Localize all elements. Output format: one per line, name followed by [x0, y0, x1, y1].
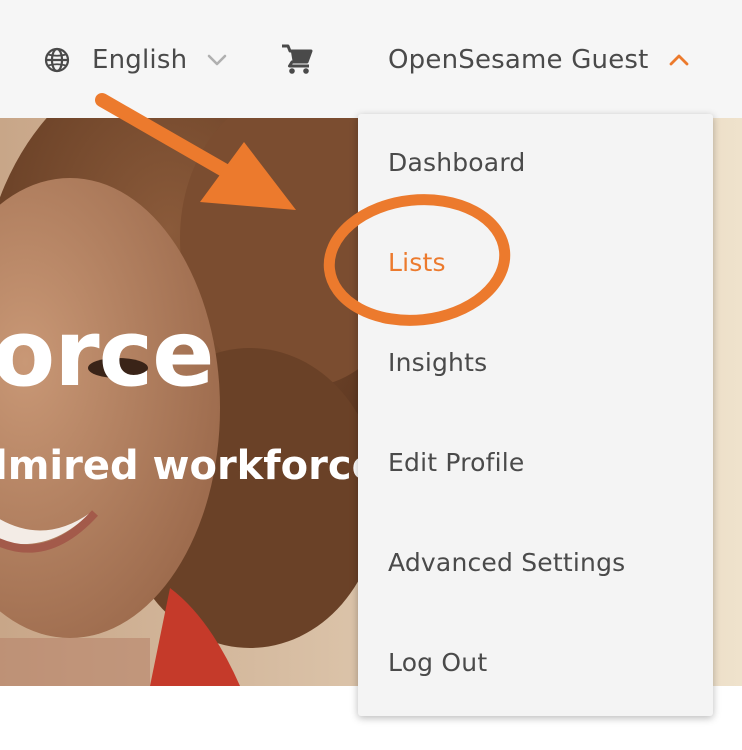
top-navigation-bar: English OpenSesame Guest	[0, 0, 742, 118]
chevron-down-icon	[207, 54, 227, 66]
user-account-dropdown-menu: Dashboard Lists Insights Edit Profile Ad…	[358, 114, 713, 716]
globe-icon	[44, 47, 70, 73]
user-name-label: OpenSesame Guest	[388, 45, 649, 75]
menu-item-lists[interactable]: Lists	[388, 248, 446, 277]
menu-item-dashboard[interactable]: Dashboard	[388, 148, 525, 177]
menu-item-insights[interactable]: Insights	[388, 348, 487, 377]
shopping-cart-icon[interactable]	[280, 42, 314, 76]
hero-subtitle: lmired workforces.	[0, 443, 418, 489]
chevron-up-icon	[669, 54, 688, 66]
hero-title: orce	[0, 300, 215, 407]
language-selector[interactable]: English	[44, 40, 227, 80]
menu-item-edit-profile[interactable]: Edit Profile	[388, 448, 525, 477]
menu-item-advanced-settings[interactable]: Advanced Settings	[388, 548, 625, 577]
user-account-menu-toggle[interactable]: OpenSesame Guest	[388, 40, 689, 80]
language-label: English	[92, 45, 188, 75]
menu-item-log-out[interactable]: Log Out	[388, 648, 487, 677]
